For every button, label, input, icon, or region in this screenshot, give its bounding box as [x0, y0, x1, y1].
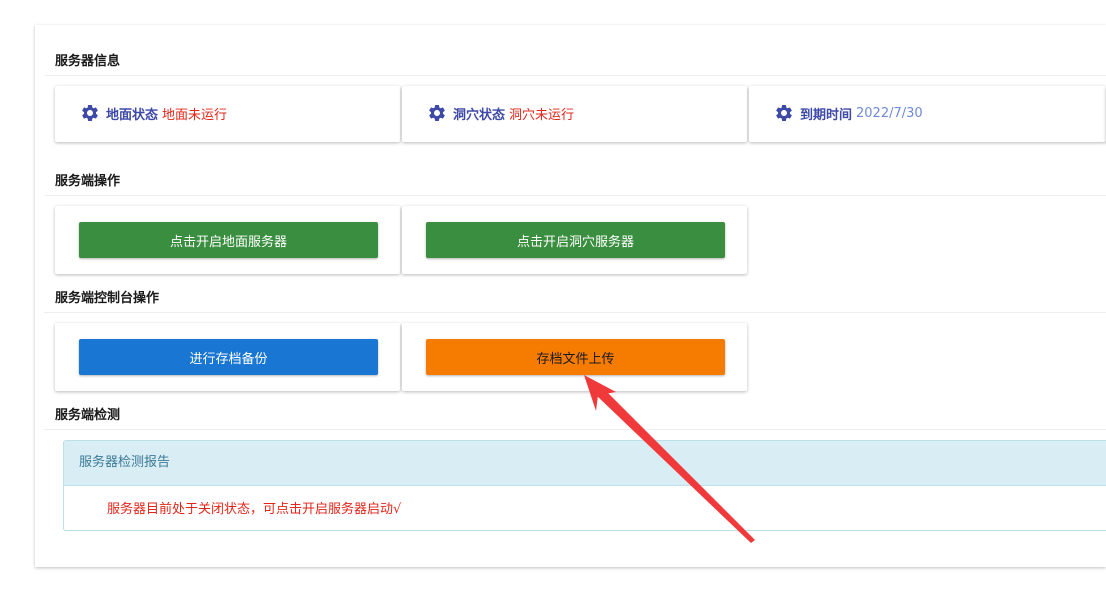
divider	[44, 312, 1106, 313]
section-title-server-check: 服务端检测	[55, 408, 121, 423]
gear-icon	[429, 104, 445, 121]
card-backup: 进行存档备份	[55, 323, 400, 391]
cave-status-label: 洞穴状态	[453, 107, 506, 123]
divider	[44, 75, 1106, 76]
main-panel: 服务器信息 地面状态 地面未运行 洞穴状态 洞穴未运行 到期时间 2022/7/…	[35, 25, 1106, 567]
start-overworld-server-button[interactable]: 点击开启地面服务器	[79, 222, 378, 258]
section-title-console-ops: 服务端控制台操作	[55, 291, 160, 306]
gear-icon	[776, 104, 792, 121]
report-message: 服务器目前处于关闭状态，可点击开启服务器启动√	[107, 502, 402, 517]
expiry-value: 2022/7/30	[856, 105, 923, 121]
info-card-expiry: 到期时间 2022/7/30	[749, 86, 1106, 142]
section-title-server-info: 服务器信息	[55, 54, 121, 69]
section-title-server-ops: 服务端操作	[55, 174, 121, 189]
divider	[44, 195, 1106, 196]
info-card-overworld-status: 地面状态 地面未运行	[55, 86, 400, 142]
info-card-cave-status: 洞穴状态 洞穴未运行	[402, 86, 747, 142]
card-start-caves: 点击开启洞穴服务器	[402, 206, 747, 274]
server-check-report: 服务器检测报告 服务器目前处于关闭状态，可点击开启服务器启动√	[63, 440, 1106, 531]
cave-status-value: 洞穴未运行	[509, 107, 575, 123]
card-start-overworld: 点击开启地面服务器	[55, 206, 400, 274]
overworld-status-label: 地面状态	[106, 107, 159, 123]
report-title: 服务器检测报告	[64, 441, 1106, 486]
gear-icon	[82, 104, 98, 121]
overworld-status-value: 地面未运行	[162, 107, 228, 123]
divider	[44, 429, 1106, 430]
start-cave-server-button[interactable]: 点击开启洞穴服务器	[426, 222, 725, 258]
upload-save-button[interactable]: 存档文件上传	[426, 339, 725, 375]
backup-save-button[interactable]: 进行存档备份	[79, 339, 378, 375]
card-upload: 存档文件上传	[402, 323, 747, 391]
expiry-label: 到期时间	[800, 107, 853, 123]
